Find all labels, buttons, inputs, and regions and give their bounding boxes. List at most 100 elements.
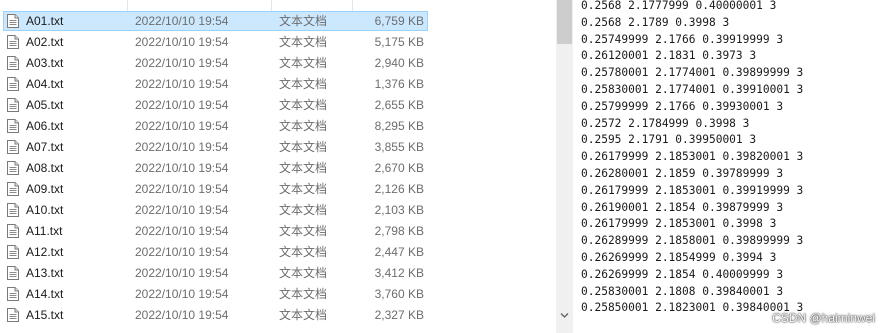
file-type: 文本文档 [279, 287, 328, 301]
text-line: 0.25850001 2.1823001 0.39840001 3 [581, 301, 804, 315]
file-row[interactable]: A12.txt 2022/10/10 19:54 文本文档 2,447 KB [3, 242, 428, 262]
file-size: 2,126 KB [374, 182, 424, 196]
file-row[interactable]: A03.txt 2022/10/10 19:54 文本文档 2,940 KB [3, 53, 428, 73]
text-document-icon [7, 140, 19, 154]
text-document-icon [7, 266, 19, 280]
file-type: 文本文档 [279, 308, 328, 322]
file-name: A06.txt [26, 119, 64, 133]
file-row[interactable]: A13.txt 2022/10/10 19:54 文本文档 3,412 KB [3, 263, 428, 283]
file-type: 文本文档 [279, 245, 328, 259]
file-row[interactable]: A09.txt 2022/10/10 19:54 文本文档 2,126 KB [3, 179, 428, 199]
file-size: 3,760 KB [374, 287, 424, 301]
file-name: A04.txt [26, 77, 64, 91]
vertical-scrollbar[interactable] [556, 0, 573, 333]
file-modified-date: 2022/10/10 19:54 [135, 119, 229, 133]
file-list-pane: A01.txt 2022/10/10 19:54 文本文档 6,759 KB A02.t… [0, 0, 440, 333]
file-modified-date: 2022/10/10 19:54 [135, 14, 229, 28]
file-row[interactable]: A10.txt 2022/10/10 19:54 文本文档 2,103 KB [3, 200, 428, 220]
file-type: 文本文档 [279, 182, 328, 196]
text-line: 0.2595 2.1791 0.39950001 3 [581, 133, 757, 147]
file-modified-date: 2022/10/10 19:54 [135, 308, 229, 322]
file-name: A14.txt [26, 287, 64, 301]
file-size: 2,655 KB [374, 98, 424, 112]
file-modified-date: 2022/10/10 19:54 [135, 56, 229, 70]
file-row[interactable]: A04.txt 2022/10/10 19:54 文本文档 1,376 KB [3, 74, 428, 94]
text-line: 0.26179999 2.1853001 0.3998 3 [581, 217, 777, 231]
text-line: 0.2568 2.1789 0.3998 3 [581, 15, 730, 29]
text-line: 0.26269999 2.1854999 0.3994 3 [581, 250, 777, 264]
text-line: 0.26179999 2.1853001 0.39919999 3 [581, 183, 804, 197]
file-modified-date: 2022/10/10 19:54 [135, 224, 229, 238]
file-modified-date: 2022/10/10 19:54 [135, 77, 229, 91]
file-row[interactable]: A07.txt 2022/10/10 19:54 文本文档 3,855 KB [3, 137, 428, 157]
file-row[interactable]: A15.txt 2022/10/10 19:54 文本文档 2,327 KB [3, 305, 428, 325]
text-document-icon [7, 308, 19, 322]
text-line: 0.26269999 2.1854 0.40009999 3 [581, 267, 784, 281]
text-document-icon [7, 119, 19, 133]
file-type: 文本文档 [279, 119, 328, 133]
file-name: A13.txt [26, 266, 64, 280]
text-line: 0.25749999 2.1766 0.39919999 3 [581, 32, 784, 46]
text-document-icon [7, 35, 19, 49]
file-size: 2,670 KB [374, 161, 424, 175]
file-modified-date: 2022/10/10 19:54 [135, 245, 229, 259]
text-line: 0.26179999 2.1853001 0.39820001 3 [581, 150, 804, 164]
file-name: A15.txt [26, 308, 64, 322]
text-document-icon [7, 98, 19, 112]
text-viewer-pane: 0.2568 2.1777999 0.40000001 3 0.2568 2.17… [556, 0, 881, 333]
file-name: A07.txt [26, 140, 64, 154]
scrollbar-thumb[interactable] [557, 0, 572, 44]
file-type: 文本文档 [279, 203, 328, 217]
text-line: 0.25780001 2.1774001 0.39899999 3 [581, 66, 804, 80]
file-size: 3,412 KB [374, 266, 424, 280]
file-size: 8,295 KB [374, 119, 424, 133]
file-name: A11.txt [26, 224, 63, 238]
text-line: 0.2568 2.1777999 0.40000001 3 [581, 0, 777, 12]
file-type: 文本文档 [279, 77, 328, 91]
file-row[interactable]: A14.txt 2022/10/10 19:54 文本文档 3,760 KB [3, 284, 428, 304]
text-document-icon [7, 14, 19, 28]
file-modified-date: 2022/10/10 19:54 [135, 182, 229, 196]
file-modified-date: 2022/10/10 19:54 [135, 203, 229, 217]
text-line: 0.26120001 2.1831 0.3973 3 [581, 49, 757, 63]
file-row[interactable]: A11.txt 2022/10/10 19:54 文本文档 2,798 KB [3, 221, 428, 241]
text-line: 0.26280001 2.1859 0.39789999 3 [581, 166, 784, 180]
text-document-icon [7, 56, 19, 70]
file-name: A12.txt [26, 245, 64, 259]
file-name: A08.txt [26, 161, 64, 175]
watermark: CSDN @haiminwei [772, 311, 875, 325]
text-line: 0.25830001 2.1808 0.39840001 3 [581, 284, 784, 298]
file-modified-date: 2022/10/10 19:54 [135, 140, 229, 154]
text-line: 0.2572 2.1784999 0.3998 3 [581, 116, 750, 130]
file-row[interactable]: A05.txt 2022/10/10 19:54 文本文档 2,655 KB [3, 95, 428, 115]
file-name: A01.txt [26, 14, 64, 28]
file-modified-date: 2022/10/10 19:54 [135, 287, 229, 301]
text-document-icon [7, 161, 19, 175]
file-row[interactable]: A06.txt 2022/10/10 19:54 文本文档 8,295 KB [3, 116, 428, 136]
text-document-icon [7, 182, 19, 196]
chevron-down-icon[interactable] [560, 311, 569, 320]
text-line: 0.26190001 2.1854 0.39879999 3 [581, 200, 784, 214]
file-name: A09.txt [26, 182, 64, 196]
file-row[interactable]: A02.txt 2022/10/10 19:54 文本文档 5,175 KB [3, 32, 428, 52]
text-document-icon [7, 224, 19, 238]
file-size: 3,855 KB [374, 140, 424, 154]
text-line: 0.25830001 2.1774001 0.39910001 3 [581, 82, 804, 96]
file-row[interactable]: A01.txt 2022/10/10 19:54 文本文档 6,759 KB [3, 11, 428, 31]
file-name: A03.txt [26, 56, 64, 70]
file-size: 2,798 KB [374, 224, 424, 238]
file-modified-date: 2022/10/10 19:54 [135, 35, 229, 49]
file-name: A02.txt [26, 35, 64, 49]
file-type: 文本文档 [279, 140, 328, 154]
file-row[interactable]: A08.txt 2022/10/10 19:54 文本文档 2,670 KB [3, 158, 428, 178]
text-content[interactable]: 0.2568 2.1777999 0.40000001 3 0.2568 2.17… [581, 0, 803, 317]
file-size: 2,447 KB [374, 245, 424, 259]
file-modified-date: 2022/10/10 19:54 [135, 98, 229, 112]
text-document-icon [7, 245, 19, 259]
file-modified-date: 2022/10/10 19:54 [135, 266, 229, 280]
file-size: 6,759 KB [374, 14, 424, 28]
file-size: 2,103 KB [374, 203, 424, 217]
text-document-icon [7, 203, 19, 217]
file-type: 文本文档 [279, 266, 328, 280]
file-size: 1,376 KB [374, 77, 424, 91]
